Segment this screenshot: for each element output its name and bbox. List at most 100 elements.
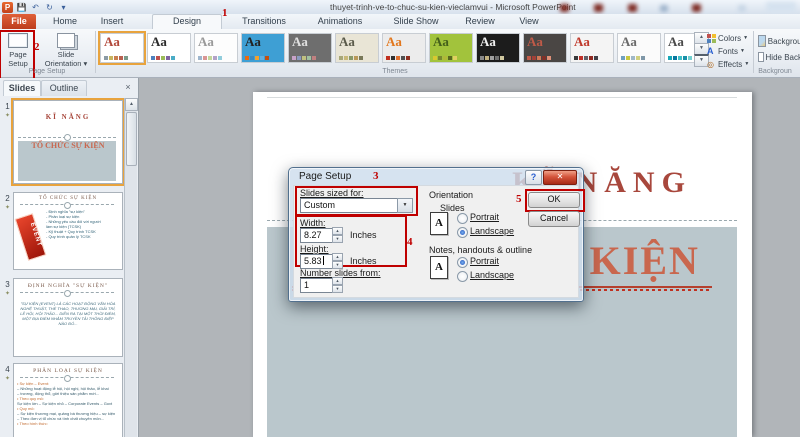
hide-background-checkbox[interactable]: Hide Backgrou	[758, 51, 800, 63]
thumb4-body: • Sự kiện – Event: – Những hoạt động lễ …	[17, 381, 119, 426]
annotation-number-5: 5	[516, 193, 522, 205]
dialog-help-button[interactable]: ?	[525, 170, 542, 185]
scroll-up-icon[interactable]: ▲	[125, 98, 138, 111]
thumb2-title: TỔ CHỨC SỰ KIỆN	[38, 196, 98, 201]
theme-color-strip	[339, 56, 363, 60]
theme-color-strip	[292, 56, 316, 60]
notes-label: Notes, handouts & outline	[429, 245, 533, 255]
ok-button[interactable]: OK	[528, 192, 580, 208]
tab-animations[interactable]: Animations	[308, 14, 372, 29]
thumb2-bullet: - Quy trình quản lý TCSK	[46, 234, 91, 239]
theme-thumbnail-dark-gray[interactable]: Aa	[288, 33, 332, 63]
theme-aa-glyph: Aa	[386, 34, 402, 49]
slides-orientation-icon: A	[430, 212, 448, 235]
theme-aa-glyph: Aa	[527, 34, 543, 49]
slide-thumbnail-1[interactable]: KĨ NĂNG TỔ CHỨC SỰ KIỆN	[11, 98, 125, 186]
annotation-number-2: 2	[34, 41, 40, 53]
redo-icon[interactable]: ↻	[44, 2, 55, 13]
background-styles-button[interactable]: Background S	[758, 35, 800, 47]
checkbox-icon	[758, 52, 764, 62]
theme-aa-glyph: Aa	[292, 34, 308, 49]
notes-landscape-label: Landscape	[470, 270, 515, 280]
width-stepper[interactable]: ▲ ▼	[332, 227, 343, 243]
transition-star-icon: ✦	[4, 376, 11, 382]
undo-icon[interactable]: ↶	[30, 2, 41, 13]
tab-home[interactable]: Home	[44, 14, 86, 29]
sized-for-combobox[interactable]: Custom	[300, 198, 401, 213]
theme-color-strip	[668, 56, 692, 60]
slides-portrait-radio[interactable]	[457, 213, 468, 224]
dialog-body: Slides sized for: Custom ▼ Width: 8.27 ▲…	[293, 185, 585, 298]
censored-area	[766, 2, 796, 12]
notes-landscape-radio[interactable]	[457, 271, 468, 282]
slide-orientation-button[interactable]: Slide Orientation ▾	[40, 31, 92, 73]
number-from-field[interactable]: 1	[300, 278, 335, 293]
tab-file[interactable]: File	[2, 14, 36, 29]
fonts-button[interactable]: A Fonts ▼	[707, 45, 745, 57]
colors-button[interactable]: Colors ▼	[707, 32, 748, 44]
annotation-number-4: 4	[407, 236, 413, 248]
theme-aa-glyph: Aa	[198, 34, 214, 49]
thumb1-subtitle: TỔ CHỨC SỰ KIỆN	[31, 141, 105, 150]
tab-transitions[interactable]: Transitions	[232, 14, 296, 29]
theme-color-strip	[621, 56, 645, 60]
theme-color-strip	[386, 56, 410, 60]
panel-tab-outline[interactable]: Outline	[41, 80, 87, 96]
tab-review[interactable]: Review	[458, 14, 502, 29]
powerpoint-icon[interactable]: P	[2, 1, 13, 13]
theme-aa-glyph: Aa	[480, 34, 496, 49]
dialog-close-button[interactable]: ✕	[543, 170, 577, 185]
slide-thumbnail-4[interactable]: PHÂN LOẠI SỰ KIỆN • Sự kiện – Event: – N…	[13, 363, 123, 437]
theme-thumbnail-black-edge[interactable]: Aa	[617, 33, 661, 63]
theme-thumbnail-green[interactable]: Aa	[429, 33, 473, 63]
slides-landscape-radio[interactable]	[457, 227, 468, 238]
scrollbar-thumb[interactable]	[126, 112, 137, 166]
tab-slide-show[interactable]: Slide Show	[386, 14, 446, 29]
theme-thumbnail-orange[interactable]: Aa	[382, 33, 426, 63]
theme-thumbnail-paper[interactable]: Aa	[335, 33, 379, 63]
annotation-number-1: 1	[222, 7, 228, 19]
tab-design[interactable]: Design	[152, 14, 222, 30]
group-separator	[753, 31, 754, 73]
number-from-stepper[interactable]: ▲ ▼	[332, 277, 343, 293]
slide-thumbnail-3[interactable]: ĐỊNH NGHĨA "SỰ KIỆN" "SỰ KIỆN (EVENT) LÀ…	[13, 278, 123, 357]
theme-thumbnail-black[interactable]: Aa	[476, 33, 520, 63]
background-styles-icon	[758, 35, 766, 47]
theme-thumbnail-angles[interactable]: Aa	[241, 33, 285, 63]
theme-color-strip	[480, 56, 504, 60]
width-label: Width:	[300, 218, 326, 228]
theme-thumbnail-current-theme[interactable]: Aa	[98, 31, 146, 65]
width-field[interactable]: 8.27	[300, 228, 335, 243]
theme-thumbnail-gray[interactable]: Aa	[194, 33, 238, 63]
height-field[interactable]: 5.83	[300, 254, 335, 269]
notes-orientation-icon: A	[430, 256, 448, 279]
height-unit: Inches	[350, 256, 377, 266]
combobox-dropdown-icon[interactable]: ▼	[397, 198, 413, 213]
qat-dropdown-icon[interactable]: ▾	[58, 2, 69, 13]
panel-close-icon[interactable]: ×	[122, 81, 134, 93]
panel-tab-slides[interactable]: Slides	[3, 80, 41, 96]
thumb1-title: KĨ NĂNG	[45, 113, 91, 121]
group-separator	[95, 31, 96, 73]
orientation-label: Orientation	[429, 190, 474, 200]
save-icon[interactable]: 💾	[16, 2, 27, 13]
tab-insert[interactable]: Insert	[92, 14, 132, 29]
slides-portrait-label: Portrait	[470, 212, 500, 222]
theme-aa-glyph: Aa	[104, 34, 120, 49]
theme-thumbnail-red-underline[interactable]: Aa	[570, 33, 614, 63]
theme-thumbnail-office[interactable]: Aa	[147, 33, 191, 63]
tab-view[interactable]: View	[512, 14, 546, 29]
panel-scrollbar[interactable]: ▲	[124, 98, 138, 437]
quick-access-toolbar: P 💾 ↶ ↻ ▾	[2, 1, 69, 13]
theme-aa-glyph: Aa	[151, 34, 167, 49]
notes-portrait-radio[interactable]	[457, 257, 468, 268]
theme-color-strip	[574, 56, 598, 60]
cancel-button[interactable]: Cancel	[528, 211, 580, 227]
height-stepper[interactable]: ▲ ▼	[332, 253, 343, 269]
page-setup-button[interactable]: Page Setup	[0, 30, 35, 88]
slide-thumbnail-2[interactable]: TỔ CHỨC SỰ KIỆN EVENT - Định nghĩa "sự k…	[13, 192, 123, 270]
theme-thumbnail-dark-red[interactable]: Aa	[523, 33, 567, 63]
censored-dot	[660, 5, 668, 12]
width-unit: Inches	[350, 230, 377, 240]
height-label: Height:	[300, 244, 329, 254]
